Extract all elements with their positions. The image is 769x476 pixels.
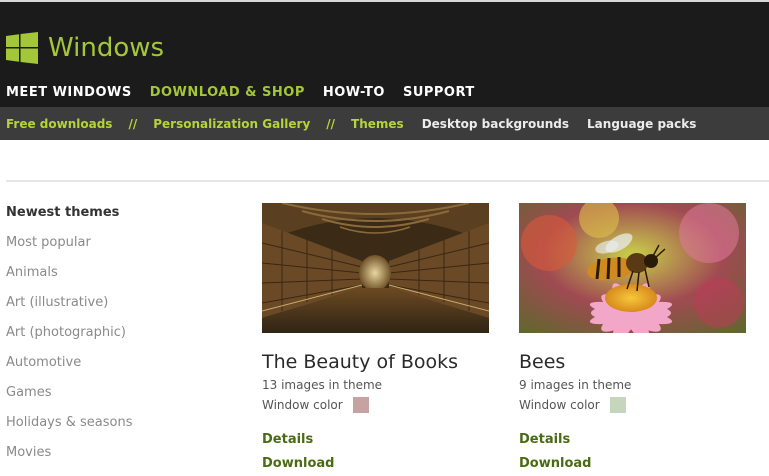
subnav-language-packs[interactable]: Language packs (587, 117, 696, 131)
nav-support[interactable]: SUPPORT (403, 85, 475, 100)
theme-title[interactable]: Bees (519, 350, 749, 374)
theme-details-link[interactable]: Details (519, 431, 749, 449)
content-divider (6, 180, 769, 182)
category-animals[interactable]: Animals (6, 263, 133, 293)
category-most-popular[interactable]: Most popular (6, 233, 133, 263)
logo-text: Windows (48, 33, 165, 63)
theme-image-count: 9 images in theme (519, 378, 632, 392)
nav-download-shop[interactable]: DOWNLOAD & SHOP (150, 85, 305, 100)
breadcrumb-separator: // (128, 116, 138, 131)
category-list: Newest themes Most popular Animals Art (… (6, 203, 133, 473)
theme-card: Bees 9 images in theme Window color Deta… (519, 203, 749, 473)
site-header: Windows MEET WINDOWS DOWNLOAD & SHOP HOW… (0, 0, 769, 107)
nav-meet-windows[interactable]: MEET WINDOWS (6, 85, 132, 100)
category-games[interactable]: Games (6, 383, 133, 413)
breadcrumb: Free downloads // Personalization Galler… (0, 107, 769, 140)
breadcrumb-separator: // (326, 116, 336, 131)
theme-download-link[interactable]: Download (262, 455, 492, 473)
category-automotive[interactable]: Automotive (6, 353, 133, 383)
theme-card: The Beauty of Books 13 images in theme W… (262, 203, 492, 473)
window-color-label: Window color (262, 398, 343, 412)
windows-logo-link[interactable]: Windows (6, 32, 164, 64)
breadcrumb-themes[interactable]: Themes (351, 117, 404, 131)
theme-image-count: 13 images in theme (262, 378, 383, 392)
theme-details-link[interactable]: Details (262, 431, 492, 449)
subnav-desktop-backgrounds[interactable]: Desktop backgrounds (422, 117, 569, 131)
nav-how-to[interactable]: HOW-TO (323, 85, 385, 100)
category-movies[interactable]: Movies (6, 443, 133, 473)
category-newest-themes[interactable]: Newest themes (6, 203, 133, 233)
main-nav: MEET WINDOWS DOWNLOAD & SHOP HOW-TO SUPP… (6, 85, 493, 100)
window-color-swatch (352, 397, 369, 413)
theme-window-color: Window color (262, 397, 492, 413)
category-art-photographic[interactable]: Art (photographic) (6, 323, 133, 353)
theme-title[interactable]: The Beauty of Books (262, 350, 492, 374)
breadcrumb-personalization-gallery[interactable]: Personalization Gallery (153, 117, 310, 131)
window-color-swatch (609, 397, 626, 413)
theme-window-color: Window color (519, 397, 749, 413)
category-holidays-seasons[interactable]: Holidays & seasons (6, 413, 133, 443)
theme-download-link[interactable]: Download (519, 455, 749, 473)
category-art-illustrative[interactable]: Art (illustrative) (6, 293, 133, 323)
theme-thumbnail-bee[interactable] (519, 203, 746, 333)
window-color-label: Window color (519, 398, 600, 412)
windows-logo-icon (6, 32, 38, 64)
breadcrumb-free-downloads[interactable]: Free downloads (6, 117, 112, 131)
theme-thumbnail-library[interactable] (262, 203, 489, 333)
